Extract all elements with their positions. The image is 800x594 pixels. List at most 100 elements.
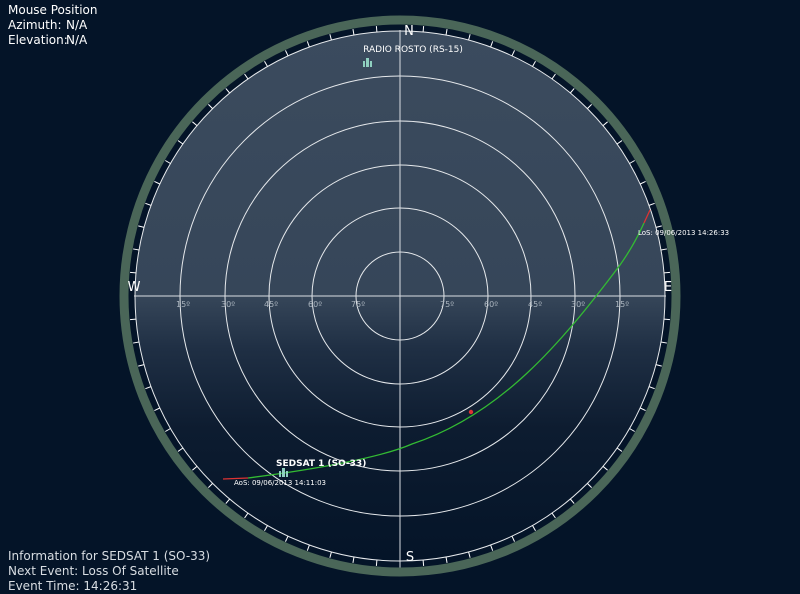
azimuth-tick	[177, 140, 184, 145]
azimuth-tick	[532, 525, 536, 531]
azimuth-tick	[629, 160, 635, 164]
azimuth-tick	[648, 202, 655, 206]
azimuth-tick	[306, 544, 310, 551]
azimuth-tick	[569, 88, 575, 94]
azimuth-tick	[490, 544, 494, 551]
satellite-rs15-label: RADIO ROSTO (RS-15)	[363, 45, 463, 55]
azimuth-tick	[511, 50, 515, 57]
azimuth-tick	[244, 73, 249, 80]
azimuth-tick	[225, 498, 231, 504]
compass-east: E	[664, 280, 672, 295]
azimuth-tick	[639, 181, 646, 185]
elev-label-e-45: 45º	[528, 300, 542, 309]
mouse-position-panel: Mouse Position Azimuth: N/A Elevation:N/A	[8, 3, 97, 48]
azimuth-tick	[264, 61, 268, 67]
azimuth-tick	[329, 551, 332, 558]
satellite-so33-label: SEDSAT 1 (SO-33)	[276, 459, 366, 469]
azimuth-tick	[145, 386, 152, 390]
azimuth-tick	[129, 271, 137, 274]
elev-label-w-45: 45º	[264, 300, 278, 309]
elevation-row: Elevation:N/A	[8, 33, 97, 48]
azimuth-tick	[306, 41, 310, 48]
azimuth-tick	[264, 525, 268, 531]
azimuth-tick	[655, 225, 662, 228]
compass-west: W	[128, 280, 141, 295]
azimuth-tick	[445, 29, 448, 36]
azimuth-tick	[660, 341, 667, 344]
azimuth-tick	[569, 498, 575, 504]
elev-label-e-75: 75º	[440, 300, 454, 309]
azimuth-tick	[285, 535, 289, 542]
elevation-value: N/A	[66, 33, 88, 47]
azimuth-tick	[352, 29, 355, 36]
azimuth-tick	[660, 248, 667, 251]
info-title: Information for SEDSAT 1 (SO-33)	[8, 549, 211, 563]
azimuth-tick	[177, 447, 184, 452]
azimuth-tick	[551, 512, 556, 519]
azimuth-tick	[129, 318, 137, 321]
azimuth-tick	[225, 88, 231, 94]
azimuth-tick	[422, 559, 425, 567]
elev-label-w-75: 75º	[351, 300, 365, 309]
compass-north: N	[404, 24, 414, 39]
azimuth-tick	[138, 364, 145, 367]
azimuth-tick	[165, 160, 171, 164]
azimuth-tick	[587, 483, 592, 488]
compass-south: S	[406, 550, 414, 565]
azimuth-tick	[639, 407, 646, 411]
azimuth-tick	[138, 225, 145, 228]
satellite-info-panel: Information for SEDSAT 1 (SO-33) Next Ev…	[8, 549, 210, 594]
azimuth-tick	[375, 559, 378, 567]
azimuth-tick	[244, 512, 249, 519]
azimuth-tick	[616, 447, 623, 452]
mouse-position-title: Mouse Position	[8, 3, 98, 17]
azimuth-tick	[329, 34, 332, 41]
azimuth-tick	[165, 428, 171, 432]
azimuth-tick	[655, 364, 662, 367]
azimuth-tick	[154, 181, 161, 185]
azimuth-tick	[192, 465, 198, 471]
elev-label-w-60: 60º	[308, 300, 322, 309]
azimuth-tick	[285, 50, 289, 57]
elev-label-e-60: 60º	[484, 300, 498, 309]
elev-label-e-30: 30º	[571, 300, 585, 309]
azimuth-tick	[145, 202, 152, 206]
azimuth-tick	[154, 407, 161, 411]
azimuth-tick	[468, 34, 471, 41]
azimuth-tick	[511, 535, 515, 542]
azimuth-label: Azimuth:	[8, 18, 62, 32]
aos-label: AoS: 09/06/2013 14:11:03	[234, 479, 326, 487]
elev-label-w-15: 15º	[176, 300, 190, 309]
elev-label-e-15: 15º	[615, 300, 629, 309]
sky-polar-plot[interactable]: 15º 30º 45º 60º 75º 75º 60º 45º 30º 15º …	[0, 0, 800, 591]
azimuth-tick	[490, 41, 494, 48]
azimuth-tick	[532, 61, 536, 67]
azimuth-tick	[208, 483, 213, 488]
elev-label-w-30: 30º	[221, 300, 235, 309]
azimuth-tick	[133, 248, 140, 251]
azimuth-tick	[551, 73, 556, 80]
azimuth-tick	[648, 386, 655, 390]
azimuth-tick	[133, 341, 140, 344]
los-label: LoS: 09/06/2013 14:26:33	[638, 229, 729, 237]
azimuth-row: Azimuth: N/A	[8, 18, 97, 33]
azimuth-tick	[602, 121, 608, 127]
azimuth-tick	[587, 104, 592, 109]
azimuth-tick	[352, 556, 355, 563]
elevation-label: Elevation:	[8, 33, 68, 47]
azimuth-tick	[468, 551, 471, 558]
info-next-event: Next Event: Loss Of Satellite	[8, 564, 179, 578]
info-event-time: Event Time: 14:26:31	[8, 579, 138, 593]
azimuth-tick	[663, 271, 671, 274]
azimuth-tick	[208, 104, 213, 109]
azimuth-tick	[629, 428, 635, 432]
azimuth-tick	[375, 25, 378, 33]
azimuth-tick	[602, 465, 608, 471]
track-position-marker	[468, 409, 474, 415]
azimuth-value: N/A	[66, 18, 88, 32]
azimuth-tick	[445, 556, 448, 563]
azimuth-tick	[616, 140, 623, 145]
azimuth-tick	[192, 121, 198, 127]
azimuth-tick	[422, 25, 425, 33]
azimuth-tick	[663, 318, 671, 321]
